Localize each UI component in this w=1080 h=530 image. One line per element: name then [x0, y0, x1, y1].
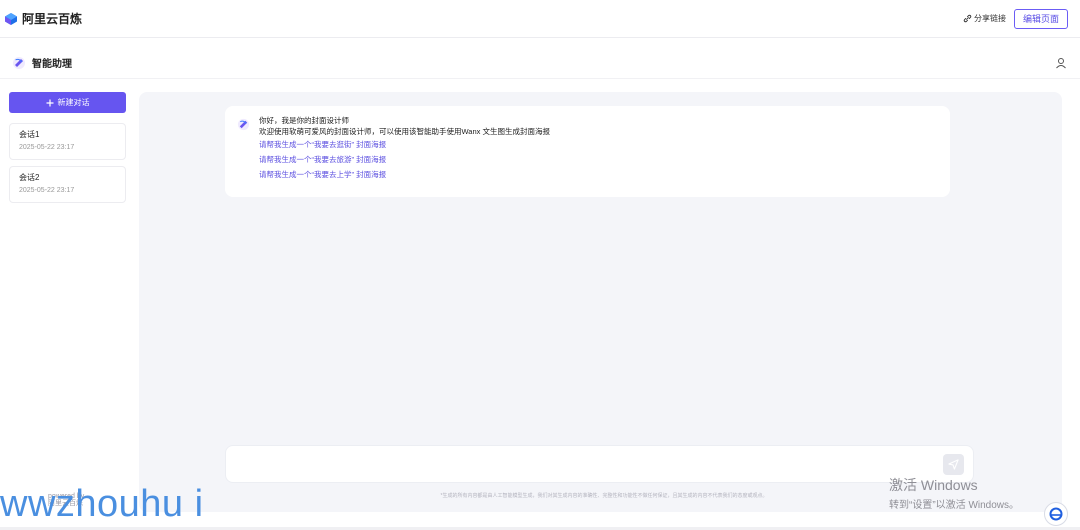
greeting-text: 你好，我是你的封面设计师: [259, 116, 349, 125]
assistant-avatar-icon: [237, 118, 250, 131]
suggestion-link[interactable]: 请帮我生成一个“我要去逛街” 封面海报: [259, 137, 938, 152]
watermark-text: wwzhouhu i: [0, 483, 204, 525]
session-time: 2025-05-22 23:17: [19, 187, 75, 194]
session-sidebar: 新建对话 会话1 2025-05-22 23:17 会话2 2025-05-22…: [0, 80, 134, 530]
user-icon[interactable]: [1054, 56, 1068, 70]
suggestion-link[interactable]: 请帮我生成一个“我要去旅游” 封面海报: [259, 152, 938, 167]
app-header: 智能助理: [0, 47, 1080, 79]
top-bar: 阿里云百炼 分享链接 编辑页面: [0, 0, 1080, 38]
browser-logo-icon: [1049, 507, 1063, 521]
edit-page-button[interactable]: 编辑页面: [1013, 8, 1068, 29]
intro-text: 欢迎使用软萌可爱风的封面设计师，可以使用该智能助手使用Wanx 文生图生成封面海…: [259, 127, 550, 136]
share-link-button[interactable]: 分享链接: [963, 13, 1006, 24]
session-time: 2025-05-22 23:17: [19, 144, 75, 151]
chat-input[interactable]: [225, 445, 974, 483]
new-chat-label: 新建对话: [57, 98, 90, 107]
assistant-logo-icon: [13, 56, 25, 69]
brand[interactable]: 阿里云百炼: [4, 10, 82, 27]
new-chat-button[interactable]: 新建对话: [9, 92, 126, 113]
link-icon: [963, 14, 972, 23]
activation-subtitle: 转到“设置”以激活 Windows。: [889, 500, 1020, 511]
floating-assistant-button[interactable]: [1044, 502, 1068, 526]
page-title: 智能助理: [32, 59, 72, 70]
session-name: 会话2: [19, 173, 40, 182]
send-button[interactable]: [943, 454, 964, 475]
topbar-actions: 分享链接 编辑页面: [963, 8, 1068, 29]
plus-icon: [46, 99, 53, 106]
session-item[interactable]: 会话1 2025-05-22 23:17: [9, 123, 126, 160]
disclaimer-text: *生成的所有内容都是由人工智能模型生成，我们对其生成内容的准确性、完整性和功能性…: [440, 493, 768, 499]
suggestion-link[interactable]: 请帮我生成一个“我要去上学” 封面海报: [259, 167, 938, 182]
assistant-message: 你好，我是你的封面设计师 欢迎使用软萌可爱风的封面设计师，可以使用该智能助手使用…: [225, 106, 950, 197]
session-name: 会话1: [19, 130, 40, 139]
windows-activation-notice: 激活 Windows 转到“设置”以激活 Windows。: [889, 475, 1019, 511]
activation-title: 激活 Windows: [889, 477, 978, 493]
session-item[interactable]: 会话2 2025-05-22 23:17: [9, 166, 126, 203]
brand-name: 阿里云百炼: [22, 12, 83, 26]
aliyun-logo-icon: [5, 12, 17, 25]
share-link-label: 分享链接: [973, 14, 1006, 23]
chat-panel: 你好，我是你的封面设计师 欢迎使用软萌可爱风的封面设计师，可以使用该智能助手使用…: [139, 92, 1062, 512]
message-body: 你好，我是你的封面设计师 欢迎使用软萌可爱风的封面设计师，可以使用该智能助手使用…: [259, 115, 938, 182]
send-icon: [948, 459, 959, 470]
